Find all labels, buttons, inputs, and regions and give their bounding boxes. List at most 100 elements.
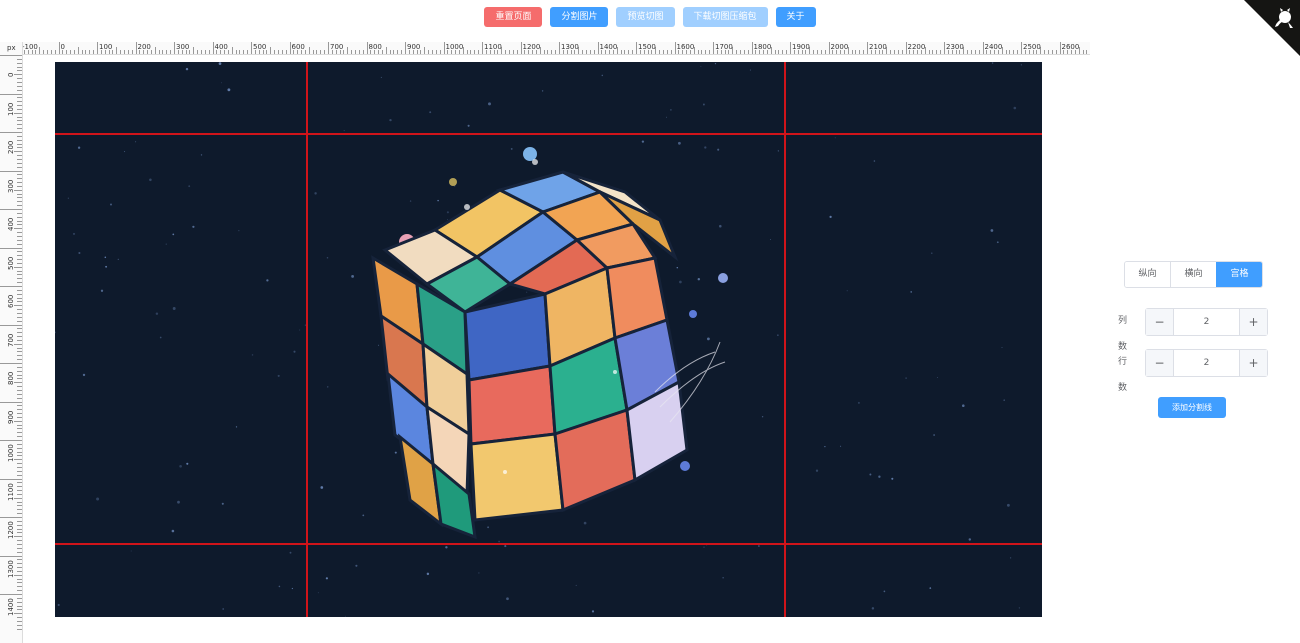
- ruler-minor-tick: [940, 50, 942, 54]
- ruler-minor-tick: [17, 239, 22, 241]
- ruler-minor-tick: [17, 243, 22, 245]
- ruler-minor-tick: [17, 470, 22, 472]
- ruler-tick: [58, 42, 60, 54]
- split-image-button[interactable]: 分割图片: [550, 7, 609, 27]
- ruler-tick: [0, 363, 22, 364]
- ruler-tick: [520, 42, 522, 54]
- mode-option-1[interactable]: 横向: [1170, 262, 1216, 287]
- ruler-minor-tick: [54, 50, 56, 54]
- image-canvas[interactable]: [55, 62, 1042, 617]
- ruler-minor-tick: [17, 493, 22, 495]
- columns-stepper[interactable]: − 2 +: [1145, 308, 1268, 336]
- ruler-minor-tick: [17, 105, 22, 107]
- ruler-label: 300: [7, 179, 15, 193]
- ruler-label: 100: [99, 43, 113, 51]
- star-dot: [487, 526, 489, 529]
- ruler-minor-tick: [17, 378, 22, 380]
- add-split-line-button[interactable]: 添加分割线: [1158, 397, 1226, 418]
- star-dot: [601, 74, 604, 77]
- star-dot: [878, 475, 881, 478]
- ruler-minor-tick: [208, 50, 210, 54]
- ruler-tick: [674, 42, 676, 54]
- about-button[interactable]: 关于: [775, 7, 816, 27]
- star-dot: [394, 451, 397, 454]
- github-corner-icon[interactable]: [1244, 0, 1300, 56]
- ruler-label: 700: [330, 43, 344, 51]
- preview-slices-button[interactable]: 预览切图: [616, 7, 675, 27]
- ruler-minor-tick: [17, 501, 22, 503]
- star-dot: [869, 473, 872, 476]
- columns-increase-button[interactable]: +: [1239, 309, 1267, 335]
- reset-page-button[interactable]: 重置页面: [484, 7, 543, 27]
- ruler-tick: [905, 42, 907, 54]
- ruler-minor-tick: [813, 50, 815, 54]
- vertical-cut-line-2[interactable]: [784, 62, 786, 617]
- ruler-label: 1500: [638, 43, 656, 51]
- ruler-minor-tick: [81, 50, 83, 54]
- ruler-minor-tick: [17, 58, 22, 60]
- star-dot: [758, 545, 760, 547]
- star-dot: [221, 82, 222, 84]
- ruler-minor-tick: [17, 166, 22, 168]
- vertical-cut-line-1[interactable]: [306, 62, 308, 617]
- horizontal-cut-line-2[interactable]: [55, 543, 1042, 545]
- star-dot: [277, 374, 280, 377]
- ruler-minor-tick: [17, 224, 22, 226]
- ruler-minor-tick: [89, 50, 91, 54]
- ruler-minor-tick: [508, 50, 510, 54]
- ruler-label: 1400: [7, 598, 15, 616]
- ruler-minor-tick: [816, 50, 818, 54]
- ruler-minor-tick: [512, 50, 514, 54]
- ruler-minor-tick: [343, 50, 345, 54]
- ruler-minor-tick: [320, 50, 322, 54]
- ruler-tick: [174, 42, 175, 54]
- ruler-minor-tick: [424, 47, 426, 54]
- ruler-minor-tick: [17, 297, 22, 299]
- ruler-minor-tick: [17, 436, 22, 438]
- ruler-minor-tick: [14, 382, 22, 384]
- ruler-minor-tick: [736, 50, 738, 54]
- ruler-minor-tick: [14, 497, 22, 499]
- star-dot: [325, 577, 328, 580]
- ruler-tick: [751, 42, 753, 54]
- columns-decrease-button[interactable]: −: [1146, 309, 1174, 335]
- ruler-minor-tick: [978, 50, 980, 54]
- rows-increase-button[interactable]: +: [1239, 350, 1267, 376]
- rows-stepper[interactable]: − 2 +: [1145, 349, 1268, 377]
- ruler-minor-tick: [17, 424, 22, 426]
- rows-input[interactable]: 2: [1174, 350, 1239, 376]
- star-dot: [591, 610, 595, 613]
- star-dot: [719, 224, 722, 228]
- rows-decrease-button[interactable]: −: [1146, 350, 1174, 376]
- ruler-label: 1700: [715, 43, 733, 51]
- ruler-minor-tick: [543, 50, 545, 54]
- mode-option-2[interactable]: 宫格: [1216, 262, 1262, 287]
- mode-option-0[interactable]: 纵向: [1125, 262, 1170, 287]
- star-dot: [177, 500, 180, 504]
- star-dot: [703, 546, 705, 548]
- ruler-minor-tick: [17, 332, 22, 334]
- ruler-minor-tick: [932, 50, 934, 54]
- ruler-minor-tick: [17, 455, 22, 457]
- ruler-minor-tick: [14, 459, 22, 461]
- columns-input[interactable]: 2: [1174, 309, 1239, 335]
- ruler-tick: [597, 42, 599, 54]
- ruler-label: 200: [137, 43, 151, 51]
- star-dot: [583, 521, 587, 525]
- ruler-minor-tick: [1047, 50, 1049, 54]
- horizontal-cut-line-1[interactable]: [55, 133, 1042, 135]
- ruler-minor-tick: [820, 50, 822, 54]
- ruler-minor-tick: [358, 50, 360, 54]
- ruler-minor-tick: [277, 50, 279, 54]
- ruler-minor-tick: [17, 193, 22, 195]
- ruler-tick: [97, 42, 98, 54]
- ruler-minor-tick: [555, 50, 557, 54]
- star-dot: [962, 404, 965, 407]
- ruler-minor-tick: [17, 524, 22, 526]
- star-dot: [697, 277, 701, 281]
- star-dot: [749, 69, 751, 71]
- ruler-minor-tick: [970, 50, 972, 54]
- ruler-label: 400: [214, 43, 228, 51]
- download-zip-button[interactable]: 下载切图压缩包: [682, 7, 768, 27]
- ruler-tick: [328, 42, 329, 54]
